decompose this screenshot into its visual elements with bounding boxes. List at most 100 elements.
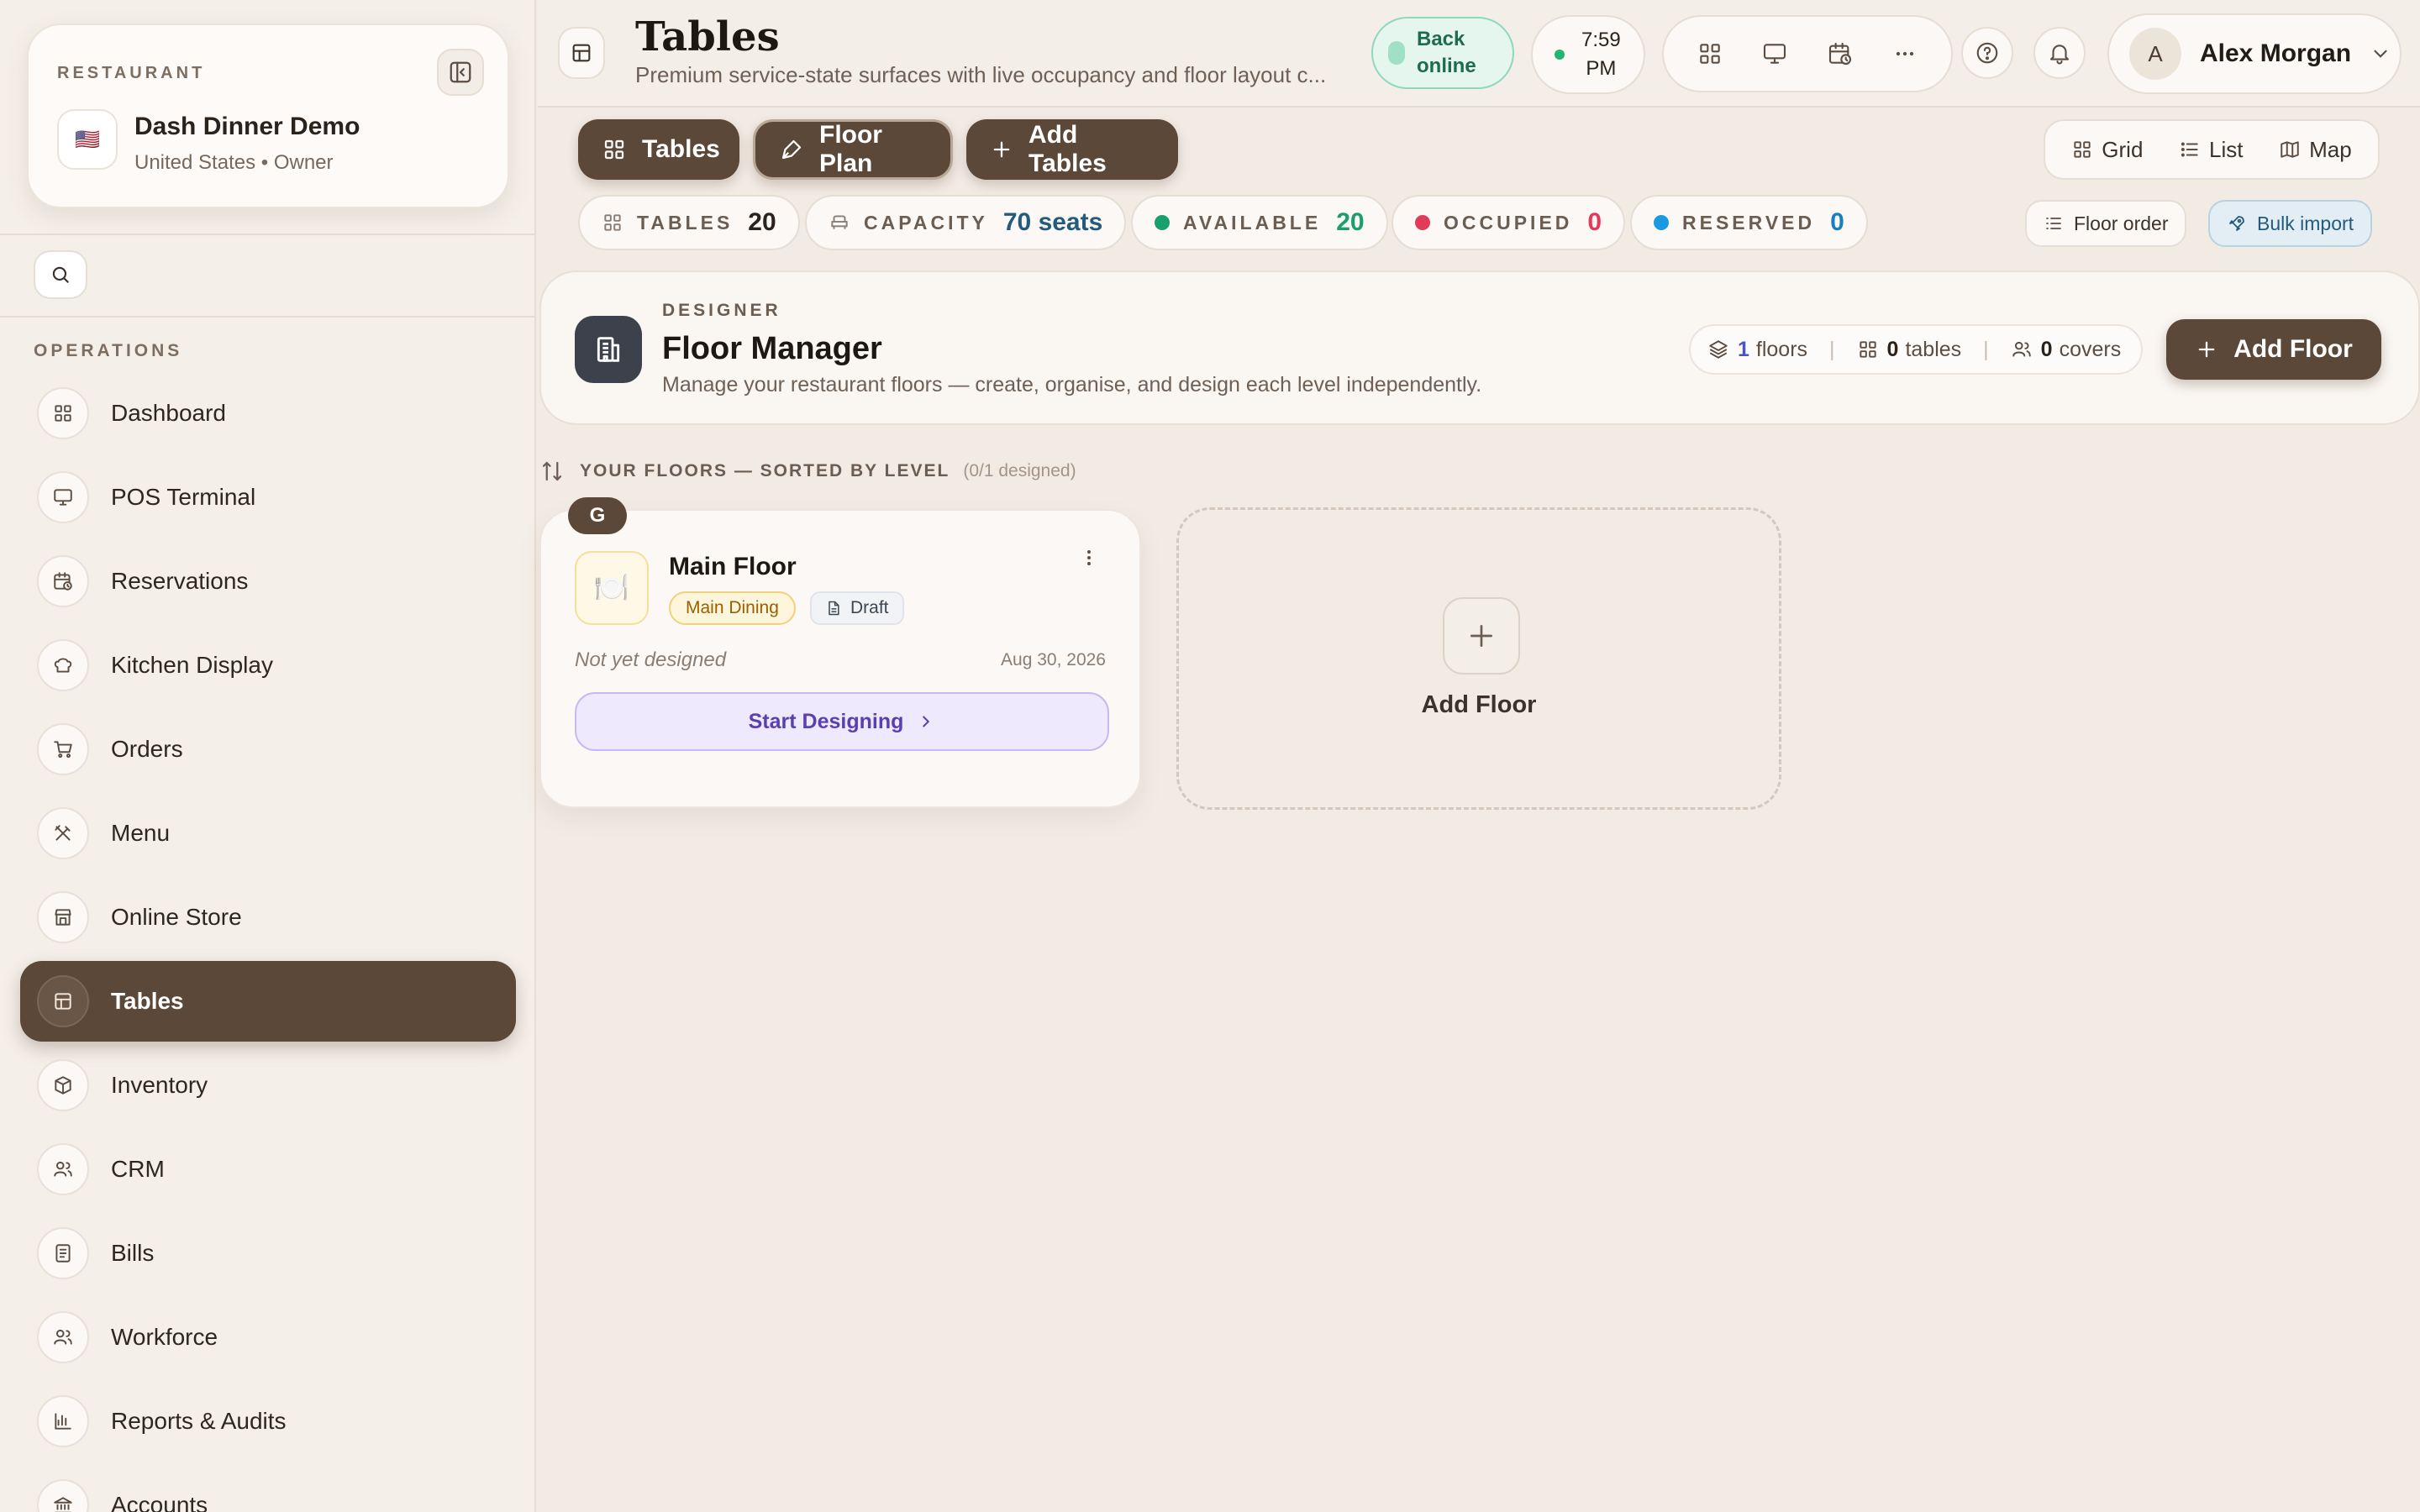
- bell-icon: [2049, 45, 2070, 65]
- grid-icon: [1700, 44, 1720, 64]
- stat-label: CAPACITY: [864, 211, 988, 234]
- flag-icon: 🇺🇸: [57, 109, 118, 170]
- designer-kicker: DESIGNER: [662, 301, 781, 320]
- notifications-button[interactable]: [2033, 27, 2086, 79]
- tab-floor-plan[interactable]: Floor Plan: [753, 119, 953, 180]
- restaurant-subtitle: United States • Owner: [134, 151, 334, 174]
- sidebar-item-label: Reservations: [111, 568, 249, 594]
- monitor-icon: [1764, 44, 1786, 64]
- chef-hat-icon: [37, 639, 89, 691]
- help-icon: [1976, 42, 1998, 64]
- sidebar-item-label: Inventory: [111, 1072, 208, 1098]
- search-icon: [52, 266, 69, 283]
- floor-state-label: Draft: [850, 598, 889, 617]
- sidebar-item-dashboard[interactable]: Dashboard: [20, 373, 516, 454]
- grid-icon: [2074, 141, 2091, 158]
- covers-label: covers: [2059, 337, 2122, 361]
- store-icon: [37, 891, 89, 943]
- covers-count: 0: [2040, 337, 2053, 361]
- tab-add-tables[interactable]: Add Tables: [966, 119, 1178, 180]
- grid-icon: [604, 139, 624, 160]
- more-button[interactable]: [1880, 29, 1930, 79]
- view-toggle-group: Grid List Map: [2044, 119, 2380, 180]
- occupied-dot: [1415, 215, 1430, 230]
- sidebar-item-kitchen-display[interactable]: Kitchen Display: [20, 625, 516, 706]
- sidebar-item-tables[interactable]: Tables: [20, 961, 516, 1042]
- reservations-shortcut-button[interactable]: [1815, 29, 1865, 79]
- tab-tables[interactable]: Tables: [578, 119, 739, 180]
- sidebar-item-reports-audits[interactable]: Reports & Audits: [20, 1381, 516, 1462]
- floor-design-status: Not yet designed: [575, 648, 727, 671]
- search-button[interactable]: [34, 250, 87, 299]
- live-dot: [1555, 50, 1565, 60]
- floor-manager-description: Manage your restaurant floors — create, …: [662, 373, 1482, 396]
- view-grid-button[interactable]: Grid: [2071, 137, 2143, 163]
- clock-time: 7:59: [1581, 29, 1621, 51]
- sidebar-item-orders[interactable]: Orders: [20, 709, 516, 790]
- calendar-clock-icon: [37, 555, 89, 607]
- collapse-sidebar-button[interactable]: [437, 49, 484, 96]
- floors-count: 1: [1738, 337, 1749, 361]
- stat-tables: TABLES 20: [578, 195, 800, 250]
- sidebar-item-menu[interactable]: Menu: [20, 793, 516, 874]
- tab-label: Floor Plan: [819, 121, 882, 177]
- quick-actions-group: [1662, 15, 1953, 92]
- sidebar-nav: Dashboard POS Terminal Reservations Kitc…: [20, 373, 516, 1512]
- users-icon: [37, 1143, 89, 1195]
- floors-label: floors: [1755, 337, 1808, 361]
- available-dot: [1155, 215, 1170, 230]
- avatar: A: [2129, 28, 2181, 80]
- sidebar-item-reservations[interactable]: Reservations: [20, 541, 516, 622]
- bar-chart-icon: [37, 1395, 89, 1447]
- help-button[interactable]: [1961, 27, 2013, 79]
- team-icon: [37, 1311, 89, 1363]
- rocket-icon: [2229, 216, 2244, 231]
- pos-shortcut-button[interactable]: [1749, 29, 1800, 79]
- user-name: Alex Morgan: [2200, 39, 2352, 67]
- floor-order-button[interactable]: Floor order: [2025, 200, 2187, 247]
- floor-card[interactable]: G 🍽️ Main Floor Main Dining Draft Not ye…: [539, 497, 1141, 808]
- add-floor-card[interactable]: Add Floor: [1176, 507, 1781, 810]
- level-badge: G: [568, 497, 627, 534]
- start-designing-button[interactable]: Start Designing: [575, 692, 1109, 751]
- stat-value: 70 seats: [1002, 208, 1103, 236]
- sidebar-item-bills[interactable]: Bills: [20, 1213, 516, 1294]
- floor-options-button[interactable]: [1072, 541, 1106, 575]
- sidebar-item-online-store[interactable]: Online Store: [20, 877, 516, 958]
- sidebar: RESTAURANT 🇺🇸 Dash Dinner Demo United St…: [0, 0, 536, 1512]
- sidebar-item-label: Kitchen Display: [111, 652, 273, 678]
- restaurant-card[interactable]: RESTAURANT 🇺🇸 Dash Dinner Demo United St…: [27, 24, 509, 208]
- add-floor-button[interactable]: Add Floor: [2166, 319, 2381, 380]
- table-icon: [37, 975, 89, 1027]
- sidebar-item-inventory[interactable]: Inventory: [20, 1045, 516, 1126]
- layers-icon: [1709, 340, 1728, 359]
- tab-label: Tables: [642, 135, 720, 163]
- armchair-icon: [831, 215, 848, 229]
- view-list-button[interactable]: List: [2179, 137, 2244, 163]
- dashboard-shortcut-button[interactable]: [1685, 29, 1735, 79]
- sidebar-item-label: CRM: [111, 1156, 165, 1182]
- monitor-icon: [37, 471, 89, 523]
- stat-label: RESERVED: [1682, 211, 1816, 234]
- stat-capacity: CAPACITY 70 seats: [805, 195, 1127, 250]
- grid-icon: [604, 214, 621, 231]
- floor-state-badge: Draft: [810, 591, 904, 625]
- sidebar-item-accounts[interactable]: Accounts: [20, 1465, 516, 1512]
- list-icon: [2181, 142, 2198, 157]
- table-icon[interactable]: [558, 27, 605, 79]
- sidebar-item-label: Reports & Audits: [111, 1408, 287, 1434]
- plus-icon: [1443, 597, 1520, 675]
- sidebar-item-label: Bills: [111, 1240, 155, 1266]
- stat-value: 0: [1587, 208, 1602, 236]
- sidebar-item-label: Online Store: [111, 904, 242, 930]
- floor-type-badge: Main Dining: [669, 591, 796, 625]
- sidebar-item-pos-terminal[interactable]: POS Terminal: [20, 457, 516, 538]
- sidebar-item-crm[interactable]: CRM: [20, 1129, 516, 1210]
- stat-label: AVAILABLE: [1183, 211, 1322, 234]
- users-icon: [2012, 341, 2031, 357]
- floor-date: Aug 30, 2026: [1001, 650, 1106, 669]
- view-map-button[interactable]: Map: [2279, 137, 2352, 163]
- user-menu-button[interactable]: A Alex Morgan: [2107, 13, 2402, 94]
- bulk-import-button[interactable]: Bulk import: [2208, 200, 2373, 247]
- sidebar-item-workforce[interactable]: Workforce: [20, 1297, 516, 1378]
